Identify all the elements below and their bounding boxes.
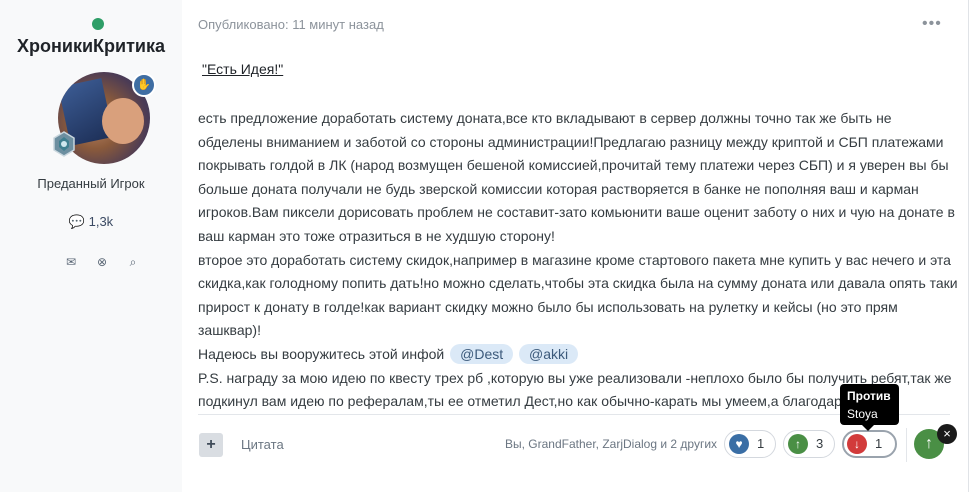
tooltip-user: Stoya	[847, 407, 878, 421]
tooltip-title: Против	[847, 389, 891, 403]
post-paragraph: есть предложение доработать систему дона…	[198, 110, 955, 244]
post-title: "Есть Идея!"	[202, 61, 284, 77]
heart-icon: ♥	[729, 434, 749, 454]
post-body: есть предложение доработать систему дона…	[198, 107, 958, 414]
rank-crest-icon	[53, 131, 75, 157]
multiquote-button[interactable]: +	[199, 433, 223, 457]
online-status-dot	[92, 18, 104, 30]
author-actions: ✉ ⊗ ⌕	[64, 255, 144, 271]
reaction-count: 1	[757, 436, 765, 451]
reaction-tooltip: Против Stoya	[840, 384, 899, 431]
hand-icon: ✋	[132, 73, 156, 97]
dots-menu-icon[interactable]: •••	[922, 15, 942, 33]
forum-post: ХроникиКритика ✋ Преданный Игрок 💬 1,3k …	[0, 0, 969, 492]
quote-button[interactable]: Цитата	[241, 437, 284, 452]
arrow-down-icon: ↓	[847, 434, 867, 454]
reaction-count: 3	[816, 436, 824, 451]
author-name[interactable]: ХроникиКритика	[0, 36, 182, 57]
ignore-icon[interactable]: ⊗	[95, 255, 109, 269]
author-post-count[interactable]: 💬 1,3k	[0, 214, 182, 230]
comment-icon: 💬	[68, 214, 85, 229]
post-paragraph: второе это доработать систему скидок,нап…	[198, 251, 958, 339]
tooltip-arrow	[862, 425, 874, 431]
mention-akki[interactable]: @akki	[519, 343, 579, 364]
avatar-face	[102, 98, 144, 144]
reaction-like[interactable]: ♥ 1	[724, 430, 776, 458]
post-count-value: 1,3k	[88, 214, 114, 229]
close-icon[interactable]: ×	[937, 424, 957, 444]
message-icon[interactable]: ✉	[64, 255, 78, 269]
post-timestamp[interactable]: Опубликовано: 11 минут назад	[198, 17, 384, 32]
author-panel: ХроникиКритика ✋ Преданный Игрок 💬 1,3k …	[0, 0, 182, 492]
mention-dest[interactable]: @Dest	[450, 343, 514, 364]
arrow-up-icon: ↑	[788, 434, 808, 454]
footer-divider	[198, 414, 950, 415]
post-paragraph-text: Надеюсь вы вооружитесь этой инфой	[198, 345, 445, 362]
reaction-likers[interactable]: Вы, GrandFather, ZarjDialog и 2 других	[505, 437, 717, 451]
author-rank: Преданный Игрок	[37, 176, 145, 191]
reaction-count: 1	[875, 436, 883, 451]
reaction-agree[interactable]: ↑ 3	[783, 430, 835, 458]
footer-separator	[906, 428, 907, 462]
post-paragraph-mentions: Надеюсь вы вооружитесь этой инфой @Dest …	[198, 343, 958, 367]
reaction-disagree[interactable]: ↓ 1	[842, 430, 897, 458]
search-icon[interactable]: ⌕	[126, 255, 140, 269]
